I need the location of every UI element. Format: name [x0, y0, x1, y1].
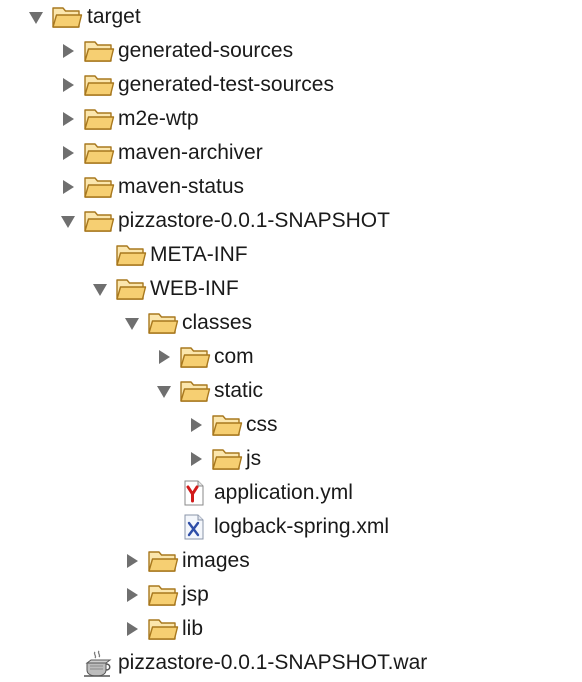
folder-icon — [83, 174, 115, 200]
folder-icon — [147, 616, 179, 642]
expand-toggle-icon[interactable] — [91, 280, 109, 298]
tree-item-web-inf[interactable]: WEB-INF — [0, 272, 582, 306]
tree-item-label: maven-status — [118, 175, 245, 198]
tree-item-label: css — [246, 413, 278, 436]
tree-item-label: classes — [182, 311, 253, 334]
tree-item-label: lib — [182, 617, 204, 640]
collapse-toggle-icon[interactable] — [59, 178, 77, 196]
tree-item-generated-test-sources[interactable]: generated-test-sources — [0, 68, 582, 102]
tree-item-label: application.yml — [214, 481, 353, 504]
folder-icon — [115, 276, 147, 302]
tree-item-label: target — [87, 5, 141, 28]
tree-item-label: generated-sources — [118, 39, 294, 62]
folder-icon — [147, 310, 179, 336]
collapse-toggle-icon[interactable] — [59, 76, 77, 94]
tree-item-m2e-wtp[interactable]: m2e-wtp — [0, 102, 582, 136]
folder-icon — [83, 72, 115, 98]
tree-item-label: m2e-wtp — [118, 107, 199, 130]
expand-toggle-icon[interactable] — [155, 382, 173, 400]
tree-item-com[interactable]: com — [0, 340, 582, 374]
tree-item-maven-status[interactable]: maven-status — [0, 170, 582, 204]
folder-icon — [51, 4, 83, 30]
yaml-file-icon — [181, 480, 213, 506]
tree-item-classes[interactable]: classes — [0, 306, 582, 340]
tree-item-label: pizzastore-0.0.1-SNAPSHOT.war — [118, 651, 428, 674]
tree-item-pizzastore-folder[interactable]: pizzastore-0.0.1-SNAPSHOT — [0, 204, 582, 238]
war-archive-icon — [82, 650, 114, 677]
collapse-toggle-icon[interactable] — [187, 450, 205, 468]
tree-item-label: maven-archiver — [118, 141, 263, 164]
tree-item-generated-sources[interactable]: generated-sources — [0, 34, 582, 68]
folder-icon — [211, 412, 243, 438]
collapse-toggle-icon[interactable] — [187, 416, 205, 434]
tree-item-static[interactable]: static — [0, 374, 582, 408]
tree-item-label: images — [182, 549, 250, 572]
project-tree: target generated-sources generated-test-… — [0, 0, 582, 682]
folder-icon — [179, 378, 211, 404]
collapse-toggle-icon[interactable] — [123, 620, 141, 638]
collapse-toggle-icon[interactable] — [123, 552, 141, 570]
tree-item-war-file[interactable]: pizzastore-0.0.1-SNAPSHOT.war — [0, 646, 582, 680]
collapse-toggle-icon[interactable] — [59, 110, 77, 128]
folder-icon — [83, 38, 115, 64]
tree-item-css[interactable]: css — [0, 408, 582, 442]
tree-item-maven-archiver[interactable]: maven-archiver — [0, 136, 582, 170]
folder-icon — [83, 208, 115, 234]
tree-item-js[interactable]: js — [0, 442, 582, 476]
folder-icon — [115, 242, 147, 268]
tree-item-lib[interactable]: lib — [0, 612, 582, 646]
tree-item-application-yml[interactable]: application.yml — [0, 476, 582, 510]
folder-icon — [83, 140, 115, 166]
tree-item-label: WEB-INF — [150, 277, 239, 300]
folder-icon — [83, 106, 115, 132]
tree-item-label: logback-spring.xml — [214, 515, 390, 538]
tree-item-label: static — [214, 379, 264, 402]
collapse-toggle-icon[interactable] — [123, 586, 141, 604]
tree-item-label: jsp — [182, 583, 209, 606]
xml-file-icon — [181, 514, 213, 540]
tree-item-target[interactable]: target — [0, 0, 582, 34]
tree-item-jsp[interactable]: jsp — [0, 578, 582, 612]
folder-icon — [179, 344, 211, 370]
collapse-toggle-icon[interactable] — [155, 348, 173, 366]
tree-item-label: META-INF — [150, 243, 248, 266]
collapse-toggle-icon[interactable] — [59, 144, 77, 162]
folder-icon — [147, 582, 179, 608]
expand-toggle-icon[interactable] — [123, 314, 141, 332]
tree-item-label: js — [246, 447, 262, 470]
folder-icon — [211, 446, 243, 472]
expand-toggle-icon[interactable] — [59, 212, 77, 230]
tree-item-label: generated-test-sources — [118, 73, 334, 96]
tree-item-images[interactable]: images — [0, 544, 582, 578]
tree-item-label: com — [214, 345, 254, 368]
collapse-toggle-icon[interactable] — [59, 42, 77, 60]
tree-item-logback-spring-xml[interactable]: logback-spring.xml — [0, 510, 582, 544]
tree-item-meta-inf[interactable]: META-INF — [0, 238, 582, 272]
folder-icon — [147, 548, 179, 574]
expand-toggle-icon[interactable] — [27, 8, 45, 26]
tree-item-label: pizzastore-0.0.1-SNAPSHOT — [118, 209, 390, 232]
